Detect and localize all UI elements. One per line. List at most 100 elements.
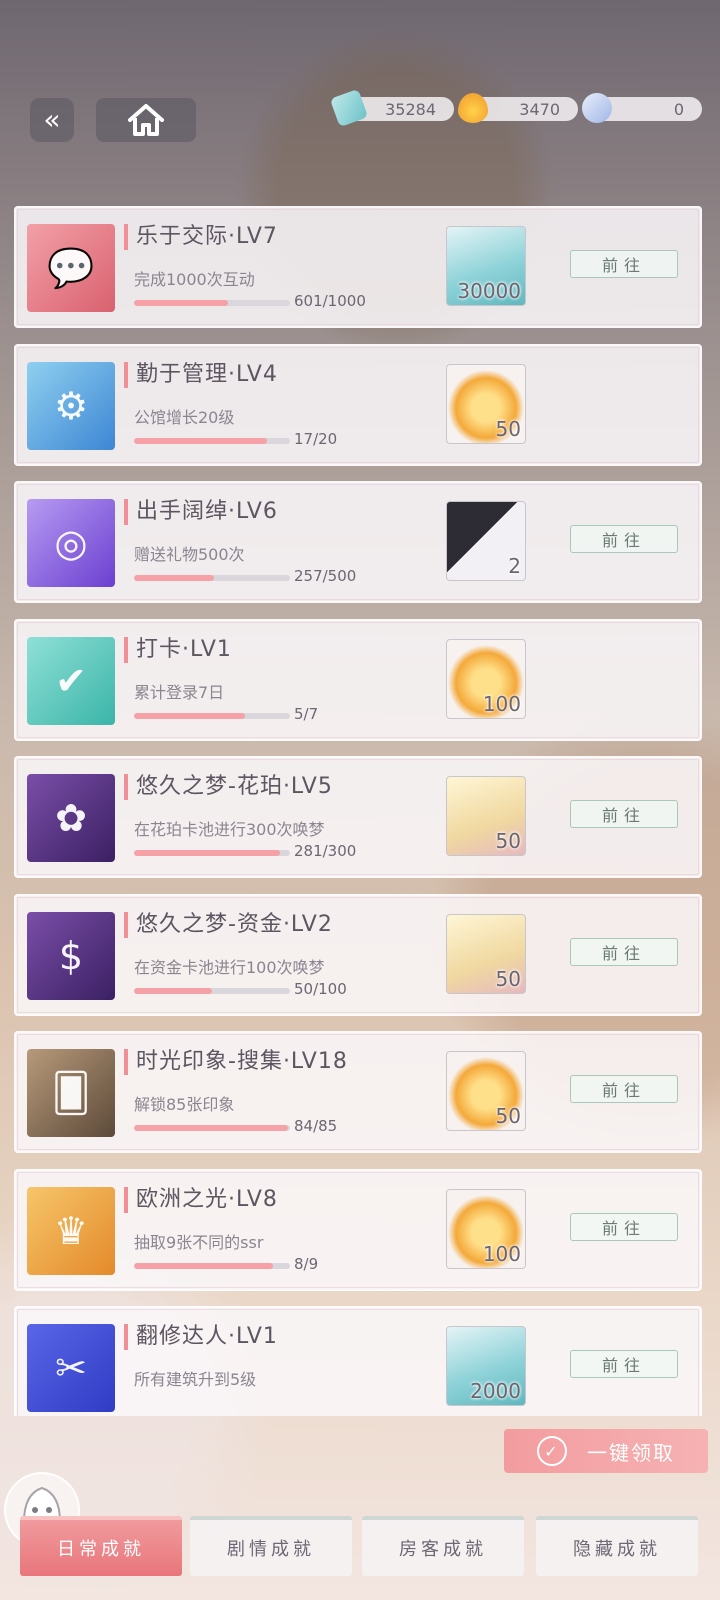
back-button[interactable]: « [30, 98, 74, 142]
achievement-description: 解锁85张印象 [134, 1095, 235, 1114]
achievement-description: 在资金卡池进行100次唤梦 [134, 958, 325, 977]
achievement-list[interactable]: 💬 乐于交际·LV7 完成1000次互动 601/1000 30000 前往 ⚙ 勤于管理·L… [14, 206, 702, 1416]
tab-2[interactable]: 剧情成就 [190, 1516, 352, 1576]
reward-amount: 50 [495, 1104, 521, 1128]
reward-amount: 50 [495, 417, 521, 441]
progress-text: 257/500 [294, 567, 357, 585]
achievement-description: 在花珀卡池进行300次唤梦 [134, 820, 325, 839]
progress-fill [134, 300, 228, 306]
achievement-card: $ 悠久之梦-资金·LV2 在资金卡池进行100次唤梦 50/100 50 前往 [14, 894, 702, 1016]
reward-item[interactable]: 50 [446, 1051, 526, 1131]
currency-crystal: 0 [582, 93, 702, 123]
check-circle-icon: ✓ [537, 1436, 567, 1466]
reward-amount: 100 [482, 692, 521, 716]
reward-amount: 30000 [457, 279, 521, 303]
claim-all-label: 一键领取 [587, 1440, 675, 1465]
achievement-title: 悠久之梦-资金·LV2 [124, 912, 333, 938]
progress-bar [134, 850, 290, 856]
reward-item[interactable]: 50 [446, 914, 526, 994]
progress-bar [134, 438, 290, 444]
achievement-card: ◎ 出手阔绰·LV6 赠送礼物500次 257/500 2 前往 [14, 481, 702, 603]
achievement-description: 公馆增长20级 [134, 408, 235, 427]
go-button[interactable]: 前往 [570, 250, 678, 278]
progress-bar [134, 713, 290, 719]
progress-text: 50/100 [294, 980, 347, 998]
coin-ring-icon: ◎ [27, 499, 115, 587]
progress-bar [134, 1263, 290, 1269]
reward-amount: 50 [495, 967, 521, 991]
claim-all-button[interactable]: ✓ 一键领取 [504, 1429, 708, 1473]
chat-bubbles-icon: 💬 [27, 224, 115, 312]
tab-3[interactable]: 房客成就 [362, 1516, 524, 1576]
achievement-description: 完成1000次互动 [134, 270, 255, 289]
reward-item[interactable]: 50 [446, 364, 526, 444]
home-icon [128, 104, 164, 136]
go-button[interactable]: 前往 [570, 1350, 678, 1378]
achievement-card: ♛ 欧洲之光·LV8 抽取9张不同的ssr 8/9 100 前往 [14, 1169, 702, 1291]
achievement-card: ✂ 翻修达人·LV1 所有建筑升到5级 2000 前往 [14, 1306, 702, 1416]
achievement-card: ⚙ 勤于管理·LV4 公馆增长20级 17/20 50 [14, 344, 702, 466]
achievement-title: 勤于管理·LV4 [124, 362, 278, 388]
cards-lock-icon: 🂠 [27, 1049, 115, 1137]
go-button[interactable]: 前往 [570, 1213, 678, 1241]
reward-item[interactable]: 2 [446, 501, 526, 581]
go-button[interactable]: 前往 [570, 1075, 678, 1103]
home-button[interactable] [96, 98, 196, 142]
achievement-card: ✔ 打卡·LV1 累计登录7日 5/7 100 [14, 619, 702, 741]
reward-amount: 50 [495, 829, 521, 853]
flower-crest-icon: ✿ [27, 774, 115, 862]
achievement-description: 抽取9张不同的ssr [134, 1233, 264, 1252]
go-button[interactable]: 前往 [570, 800, 678, 828]
go-button[interactable]: 前往 [570, 938, 678, 966]
progress-text: 17/20 [294, 430, 338, 448]
banknote-icon [329, 88, 369, 128]
achievement-description: 所有建筑升到5级 [134, 1370, 257, 1389]
achievement-card: ✿ 悠久之梦-花珀·LV5 在花珀卡池进行300次唤梦 281/300 50 前往 [14, 756, 702, 878]
reward-item[interactable]: 30000 [446, 226, 526, 306]
currency-value: 3470 [519, 99, 560, 119]
reward-amount: 2000 [470, 1379, 521, 1403]
crown-icon: ♛ [27, 1187, 115, 1275]
achievement-title: 欧洲之光·LV8 [124, 1187, 278, 1213]
achievement-title: 翻修达人·LV1 [124, 1324, 278, 1350]
achievement-card: 💬 乐于交际·LV7 完成1000次互动 601/1000 30000 前往 [14, 206, 702, 328]
double-chevron-left-icon: « [43, 103, 61, 136]
progress-text: 281/300 [294, 842, 357, 860]
progress-text: 601/1000 [294, 292, 366, 310]
progress-text: 8/9 [294, 1255, 319, 1273]
tab-1[interactable]: 日常成就 [20, 1516, 182, 1576]
reward-item[interactable]: 2000 [446, 1326, 526, 1406]
reward-item[interactable]: 50 [446, 776, 526, 856]
currency-value: 35284 [385, 99, 436, 119]
reward-item[interactable]: 100 [446, 1189, 526, 1269]
reward-item[interactable]: 100 [446, 639, 526, 719]
progress-fill [134, 1263, 273, 1269]
achievement-card: 🂠 时光印象-搜集·LV18 解锁85张印象 84/85 50 前往 [14, 1031, 702, 1153]
currency-banknote: 35284 [329, 88, 454, 128]
achievement-title: 乐于交际·LV7 [124, 224, 278, 250]
progress-fill [134, 850, 281, 856]
progress-text: 84/85 [294, 1117, 338, 1135]
achievement-title: 时光印象-搜集·LV18 [124, 1049, 348, 1075]
tools-icon: ✂ [27, 1324, 115, 1412]
progress-bar [134, 575, 290, 581]
progress-text: 5/7 [294, 705, 319, 723]
reward-amount: 2 [508, 554, 521, 578]
progress-fill [134, 1125, 289, 1131]
amber-gem-icon [458, 93, 488, 123]
progress-bar [134, 988, 290, 994]
gear-emblem-icon: ⚙ [27, 362, 115, 450]
dollar-crest-icon: $ [27, 912, 115, 1000]
achievement-title: 出手阔绰·LV6 [124, 499, 278, 525]
crystal-icon [582, 93, 612, 123]
progress-fill [134, 575, 215, 581]
progress-fill [134, 713, 246, 719]
calendar-check-icon: ✔ [27, 637, 115, 725]
progress-bar [134, 1125, 290, 1131]
currency-value: 0 [673, 99, 684, 119]
go-button[interactable]: 前往 [570, 525, 678, 553]
tab-4[interactable]: 隐藏成就 [536, 1516, 698, 1576]
reward-amount: 100 [482, 1242, 521, 1266]
currency-amber: 3470 [458, 93, 578, 123]
achievement-title: 悠久之梦-花珀·LV5 [124, 774, 333, 800]
